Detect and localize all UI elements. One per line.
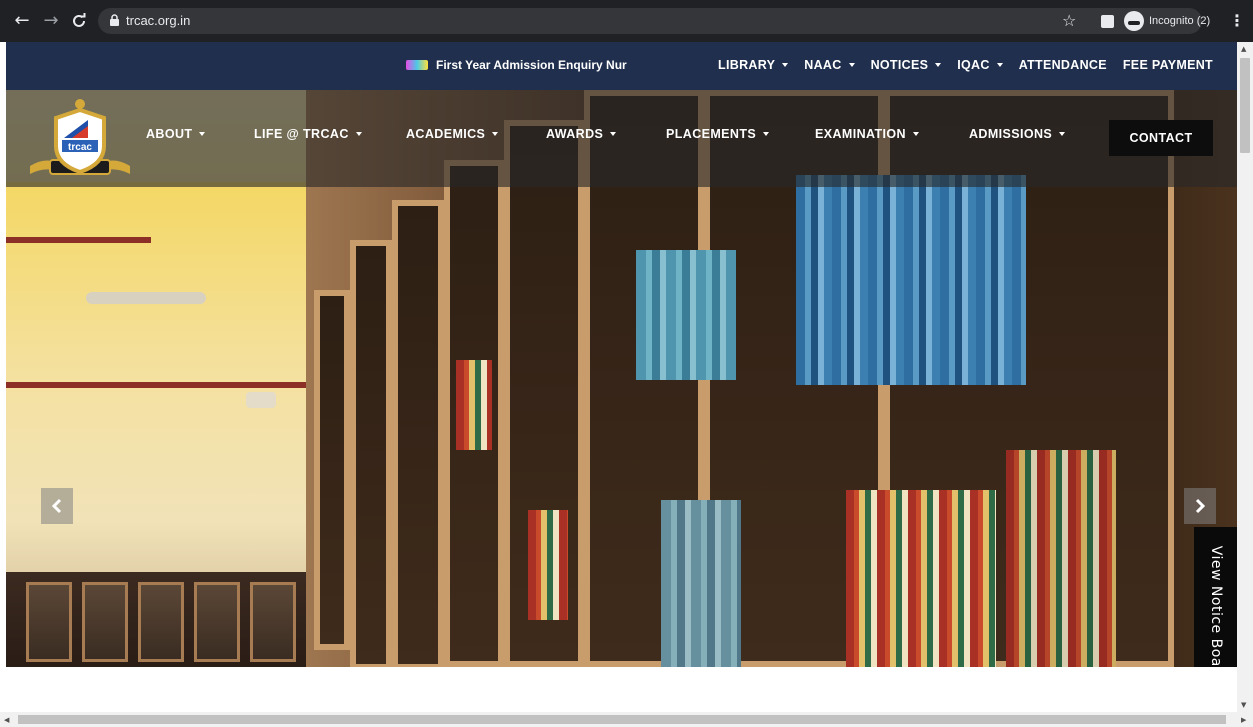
forward-arrow-icon[interactable]: → [41, 11, 61, 31]
scroll-right-arrow-icon[interactable]: ▶ [1241, 715, 1246, 725]
books [636, 250, 736, 380]
horizontal-scroll-thumb[interactable] [18, 715, 1226, 724]
horizontal-scrollbar[interactable]: ◀ ▶ [0, 712, 1253, 727]
nav-examination[interactable]: EXAMINATION [815, 127, 919, 141]
top-menu-library[interactable]: LIBRARY [718, 58, 789, 72]
caret-down-icon [912, 132, 919, 136]
books [528, 510, 568, 620]
nav-admissions[interactable]: ADMISSIONS [969, 127, 1066, 141]
cabinet-pane [82, 582, 128, 662]
top-menu-fee-payment[interactable]: FEE PAYMENT [1123, 58, 1213, 72]
slider-next-button[interactable] [1184, 488, 1216, 524]
caret-down-icon [610, 132, 617, 136]
lock-icon[interactable] [110, 14, 119, 26]
scroll-up-arrow-icon[interactable]: ▲ [1241, 44, 1246, 54]
caret-down-icon [199, 132, 206, 136]
top-menu-label: NAAC [804, 58, 842, 72]
vertical-scroll-thumb[interactable] [1240, 58, 1250, 153]
slider-prev-button[interactable] [41, 488, 73, 524]
top-menu: LIBRARY NAAC NOTICES IQAC ATTENDANCE FEE… [718, 58, 1213, 72]
nav-label: EXAMINATION [815, 127, 906, 141]
caret-down-icon [1059, 132, 1066, 136]
nav-label: AWARDS [546, 127, 604, 141]
website: First Year Admission Enquiry Nur LIBRARY… [6, 42, 1237, 667]
top-menu-label: ATTENDANCE [1018, 58, 1107, 72]
nav-life-at-trcac[interactable]: LIFE @ TRCAC [254, 127, 362, 141]
bookcase [392, 200, 444, 667]
caret-down-icon [782, 63, 789, 67]
pipe [6, 237, 151, 243]
cabinet-pane [26, 582, 72, 662]
new-badge-icon [406, 60, 428, 70]
books [846, 490, 996, 667]
top-menu-label: NOTICES [870, 58, 929, 72]
view-notice-board-tab[interactable]: View Notice Board [1194, 527, 1237, 667]
caret-down-icon [996, 63, 1003, 67]
books [1006, 450, 1116, 667]
nav-label: PLACEMENTS [666, 127, 757, 141]
bookcase [350, 240, 392, 667]
nav-label: ACADEMICS [406, 127, 486, 141]
incognito-label: Incognito (2) [1149, 15, 1211, 27]
top-bar: First Year Admission Enquiry Nur LIBRARY… [6, 42, 1237, 90]
nav-label: LIFE @ TRCAC [254, 127, 349, 141]
caret-down-icon [355, 132, 362, 136]
chevron-left-icon [51, 498, 62, 514]
books [796, 175, 1026, 385]
scroll-down-arrow-icon[interactable]: ▼ [1241, 700, 1246, 710]
top-menu-naac[interactable]: NAAC [804, 58, 855, 72]
nav-awards[interactable]: AWARDS [546, 127, 617, 141]
ticker-text: First Year Admission Enquiry Nur [436, 58, 627, 72]
nav-label: ADMISSIONS [969, 127, 1053, 141]
notice-board-label: View Notice Board [1207, 545, 1224, 667]
books [456, 360, 492, 450]
chevron-right-icon [1195, 498, 1206, 514]
address-bar[interactable]: trcac.org.in [98, 8, 1202, 34]
top-menu-label: FEE PAYMENT [1122, 58, 1213, 72]
caret-down-icon [935, 63, 942, 67]
incognito-icon [1124, 11, 1144, 31]
cabinet-pane [194, 582, 240, 662]
top-menu-label: LIBRARY [718, 58, 776, 72]
books [661, 500, 741, 667]
side-panel-icon[interactable] [1101, 15, 1114, 28]
vertical-scrollbar[interactable]: ▲ ▼ [1237, 42, 1253, 712]
pipe [6, 382, 306, 388]
main-nav: trcac ABOUT LIFE @ TRCAC ACADEMICS AWARD… [6, 90, 1237, 187]
logo-text: trcac [68, 142, 92, 153]
nav-label: ABOUT [146, 127, 193, 141]
top-menu-attendance[interactable]: ATTENDANCE [1019, 58, 1107, 72]
top-menu-iqac[interactable]: IQAC [957, 58, 1003, 72]
top-menu-label: IQAC [957, 58, 990, 72]
cabinet-pane [250, 582, 296, 662]
college-logo[interactable]: trcac [26, 96, 134, 182]
nav-about[interactable]: ABOUT [146, 127, 206, 141]
caret-down-icon [763, 132, 770, 136]
cabinet-pane [138, 582, 184, 662]
admission-ticker[interactable]: First Year Admission Enquiry Nur [406, 58, 627, 72]
kebab-menu-icon[interactable]: ⋮ [1229, 11, 1245, 31]
ceiling-fan [86, 292, 206, 304]
nav-placements[interactable]: PLACEMENTS [666, 127, 770, 141]
caret-down-icon [848, 63, 855, 67]
star-icon[interactable]: ☆ [1062, 11, 1076, 31]
ceiling-fan [246, 392, 276, 408]
back-arrow-icon[interactable]: ← [12, 11, 32, 31]
scroll-left-arrow-icon[interactable]: ◀ [4, 715, 9, 725]
caret-down-icon [492, 132, 499, 136]
contact-button[interactable]: CONTACT [1109, 120, 1213, 156]
reload-icon[interactable] [69, 11, 89, 31]
top-menu-notices[interactable]: NOTICES [871, 58, 942, 72]
nav-academics[interactable]: ACADEMICS [406, 127, 499, 141]
browser-toolbar: ← → trcac.org.in ☆ Incognito (2) ⋮ [0, 0, 1253, 42]
incognito-profile-button[interactable]: Incognito (2) [1124, 11, 1210, 31]
bookcase [314, 290, 350, 650]
cabinet-left [6, 572, 306, 667]
url-text: trcac.org.in [126, 13, 191, 28]
